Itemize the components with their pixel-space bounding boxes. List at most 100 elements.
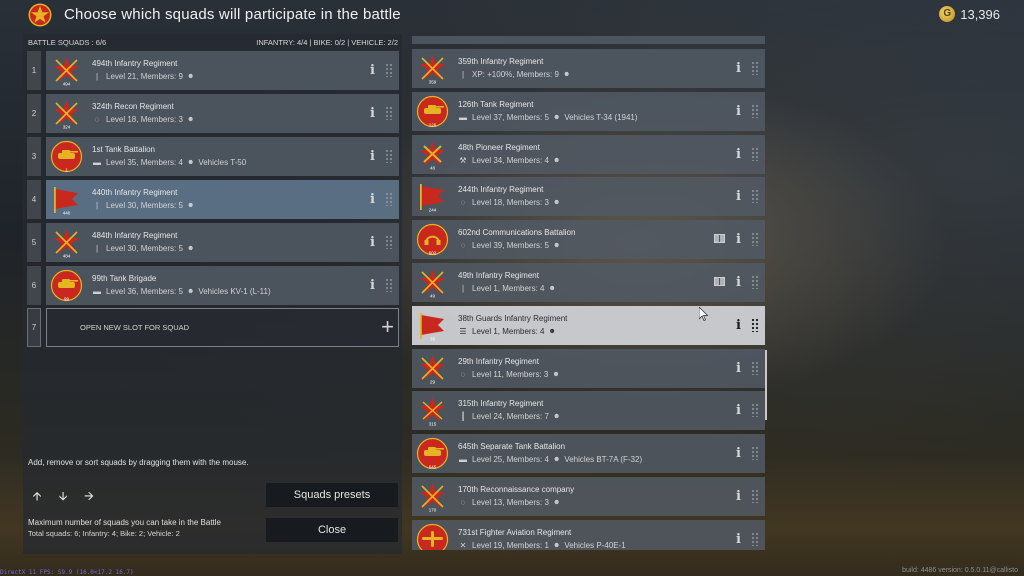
person-icon: ☻ — [552, 413, 561, 421]
info-icon[interactable]: i — [736, 318, 741, 333]
squad-name: 731st Fighter Aviation Regiment — [458, 527, 572, 537]
scrollbar[interactable] — [765, 350, 767, 420]
reserve-squad-card[interactable]: 29 29th Infantry Regiment ◌ Level 11, Me… — [412, 348, 765, 388]
drag-handle-icon[interactable] — [751, 317, 759, 332]
plus-icon[interactable]: + — [381, 316, 394, 338]
squad-name: 1st Tank Battalion — [92, 145, 156, 154]
info-icon[interactable]: i — [736, 189, 741, 204]
info-icon[interactable]: i — [736, 275, 741, 290]
mouse-cursor-icon — [699, 307, 709, 321]
battle-squads-stats: INFANTRY: 4/4 | BIKE: 0/2 | VEHICLE: 2/2 — [256, 38, 398, 47]
squad-info: ◌ Level 18, Members: 3 ☻ — [92, 115, 195, 124]
squad-card[interactable]: 1 1st Tank Battalion ▬ Level 35, Members… — [46, 137, 399, 176]
drag-handle-icon[interactable] — [385, 149, 393, 163]
arrow-down-icon[interactable]: 🡫 — [57, 487, 69, 508]
drag-handle-icon[interactable] — [751, 189, 759, 204]
squad-card[interactable]: 494 494th Infantry Regiment | Level 21, … — [46, 51, 399, 90]
drag-handle-icon[interactable] — [751, 146, 759, 161]
list-item-partial — [412, 36, 765, 44]
slot-number: 3 — [27, 137, 41, 176]
info-icon[interactable]: i — [736, 532, 741, 547]
sort-arrows: 🡩 🡫 🡪 — [31, 487, 95, 508]
infantry-icon: | — [95, 244, 99, 253]
squad-info: ▬ Level 36, Members: 5 ☻ Vehicles KV-1 (L… — [92, 287, 271, 296]
drag-handle-icon[interactable] — [751, 446, 759, 461]
reserve-squad-card[interactable]: 645 645th Separate Tank Battalion ▬ Leve… — [412, 434, 765, 474]
squad-name: 49th Infantry Regiment — [458, 271, 539, 280]
max-squads-label: Maximum number of squads you can take in… — [28, 518, 221, 527]
person-icon: ☻ — [552, 242, 561, 250]
info-icon[interactable]: i — [370, 278, 375, 293]
reserve-squads-list[interactable]: 359 359th Infantry Regiment | XP: +100%,… — [412, 36, 765, 550]
drag-handle-icon[interactable] — [385, 106, 393, 120]
info-icon[interactable]: i — [736, 147, 741, 162]
close-button[interactable]: Close — [266, 518, 398, 542]
drag-handle-icon[interactable] — [751, 232, 759, 247]
info-icon[interactable]: i — [370, 106, 375, 121]
recon-icon: ◌ — [460, 369, 466, 379]
drag-handle-icon[interactable] — [751, 403, 759, 418]
book-icon[interactable] — [714, 277, 725, 286]
squad-name: 244th Infantry Regiment — [458, 185, 544, 195]
squad-card[interactable]: 324 324th Recon Regiment ◌ Level 18, Mem… — [46, 94, 399, 133]
battle-slot[interactable]: 3 1 1st Tank Battalion ▬ Level 35, Membe… — [27, 137, 399, 176]
svg-text:244: 244 — [429, 208, 437, 213]
reserve-squad-card[interactable]: 244 244th Infantry Regiment ◌ Level 18, … — [412, 177, 765, 217]
battle-slot[interactable]: 2 324 324th Recon Regiment ◌ Level 18, M… — [27, 94, 399, 133]
drag-handle-icon[interactable] — [385, 278, 393, 292]
info-icon[interactable]: i — [736, 446, 741, 461]
new-slot[interactable]: 7 OPEN NEW SLOT FOR SQUAD + — [27, 308, 399, 347]
reserve-squad-card[interactable]: 38 38th Guards Infantry Regiment ☰ Level… — [412, 305, 765, 345]
squad-level-members: Level 11, Members: 3 — [472, 369, 549, 379]
squad-vehicles: Vehicles T-34 (1941) — [564, 112, 638, 122]
drag-handle-icon[interactable] — [751, 103, 759, 118]
battle-slot[interactable]: 6 99 99th Tank Brigade ▬ Level 36, Membe… — [27, 266, 399, 305]
reserve-squad-card[interactable]: 170 170th Reconnaissance company ◌ Level… — [412, 477, 765, 516]
svg-text:38: 38 — [430, 336, 436, 341]
drag-handle-icon[interactable] — [385, 192, 393, 206]
drag-handle-icon[interactable] — [751, 489, 759, 503]
info-icon[interactable]: i — [370, 63, 375, 78]
info-icon[interactable]: i — [736, 61, 741, 76]
info-icon[interactable]: i — [370, 192, 375, 207]
info-icon[interactable]: i — [736, 104, 741, 119]
svg-text:645: 645 — [429, 465, 437, 470]
book-icon[interactable] — [714, 234, 725, 244]
drag-handle-icon[interactable] — [751, 360, 759, 375]
squad-info: ☰ Level 1, Members: 4 ☻ — [458, 327, 555, 336]
squad-card[interactable]: 440 440th Infantry Regiment | Level 30, … — [46, 180, 399, 219]
drag-handle-icon[interactable] — [751, 531, 759, 546]
squads-presets-button[interactable]: Squads presets — [266, 483, 398, 507]
info-icon[interactable]: i — [736, 489, 741, 504]
squad-card[interactable]: 99 99th Tank Brigade ▬ Level 36, Members… — [46, 266, 399, 305]
reserve-squad-card[interactable]: 731 731st Fighter Aviation Regiment ✕ Le… — [412, 519, 765, 550]
info-icon[interactable]: i — [736, 361, 741, 376]
reserve-squad-card[interactable]: 126 126th Tank Regiment ▬ Level 37, Memb… — [412, 91, 765, 131]
drag-handle-icon[interactable] — [751, 275, 759, 289]
reserve-squad-card[interactable]: 48 48th Pioneer Regiment ⚒ Level 34, Mem… — [412, 134, 765, 174]
info-icon[interactable]: i — [736, 232, 741, 247]
arrow-right-icon[interactable]: 🡪 — [83, 487, 95, 508]
battle-squads-panel: BATTLE SQUADS : 6/6 INFANTRY: 4/4 | BIKE… — [23, 34, 402, 554]
slot-number: 4 — [27, 180, 41, 219]
battle-slot[interactable]: 1 494 494th Infantry Regiment | Level 21… — [27, 51, 399, 90]
info-icon[interactable]: i — [736, 403, 741, 418]
info-icon[interactable]: i — [370, 149, 375, 164]
open-new-slot-button[interactable]: OPEN NEW SLOT FOR SQUAD + — [46, 308, 399, 347]
person-icon: ☻ — [548, 285, 556, 292]
drag-handle-icon[interactable] — [385, 63, 393, 77]
reserve-squad-card[interactable]: 602 602nd Communications Battalion ◌ Lev… — [412, 220, 765, 260]
battle-slot[interactable]: 5 484 484th Infantry Regiment | Level 30… — [27, 223, 399, 262]
drag-handle-icon[interactable] — [751, 61, 759, 75]
reserve-squad-card[interactable]: 49 49th Infantry Regiment | Level 1, Mem… — [412, 263, 765, 302]
person-icon: ☻ — [186, 202, 195, 209]
arrow-up-icon[interactable]: 🡩 — [31, 487, 43, 508]
drag-handle-icon[interactable] — [385, 235, 393, 249]
battle-slot[interactable]: 4 440 440th Infantry Regiment | Level 30… — [27, 180, 399, 219]
info-icon[interactable]: i — [370, 235, 375, 250]
page-title: Choose which squads will participate in … — [64, 6, 401, 23]
reserve-squad-card[interactable]: 315 315th Infantry Regiment ┃ Level 24, … — [412, 391, 765, 431]
squad-card[interactable]: 484 484th Infantry Regiment | Level 30, … — [46, 223, 399, 262]
reserve-squad-card[interactable]: 359 359th Infantry Regiment | XP: +100%,… — [412, 49, 765, 88]
squad-info: | XP: +100%, Members: 9 ☻ — [458, 70, 570, 79]
